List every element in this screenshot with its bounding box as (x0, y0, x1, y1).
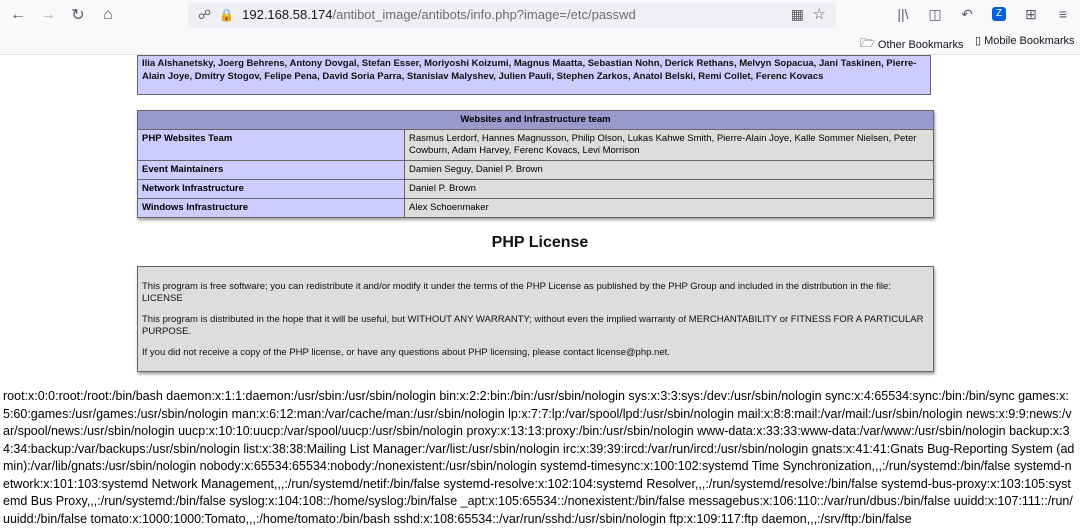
other-bookmarks-label: Other Bookmarks (877, 38, 964, 51)
role-cell: PHP Websites Team (137, 129, 405, 161)
crop-icon[interactable]: ⊞ (1020, 3, 1042, 25)
shield-icon[interactable]: ☍ (198, 7, 211, 23)
url-path: /antibot_image/antibots/info.php?image=/… (332, 7, 636, 22)
table-row: Event Maintainers Damien Seguy, Daniel P… (137, 160, 934, 180)
members-cell: Daniel P. Brown (404, 179, 934, 199)
url-host: 192.168.58.174 (242, 7, 333, 22)
role-cell: Network Infrastructure (137, 179, 405, 199)
team-table: Websites and Infrastructure team PHP Web… (137, 110, 934, 218)
reload-icon[interactable]: ↻ (66, 3, 90, 27)
table-row: PHP Websites Team Rasmus Lerdorf, Hannes… (137, 129, 934, 161)
passwd-output: root:x:0:0:root:/root:/bin/bash daemon:x… (3, 389, 1075, 526)
extension-icon[interactable]: Z (988, 3, 1010, 25)
role-cell: Event Maintainers (137, 160, 405, 180)
browser-toolbar: ← → ↻ ⌂ ☍ 🔒 192.168.58.174/antibot_image… (0, 0, 1080, 30)
bookmarks-bar: 🗁 Other Bookmarks ▯ Mobile Bookmarks (0, 30, 1080, 55)
undo-icon[interactable]: ↶ (956, 3, 978, 25)
license-title: PHP License (491, 234, 589, 251)
library-icon[interactable]: ||\ (892, 3, 914, 25)
sidebar-icon[interactable]: ◫ (924, 3, 946, 25)
members-cell: Alex Schoenmaker (404, 198, 934, 218)
role-cell: Windows Infrastructure (137, 198, 405, 218)
bookmark-star-icon[interactable]: ☆ (813, 5, 826, 23)
back-icon[interactable]: ← (6, 3, 30, 27)
team-table-header: Websites and Infrastructure team (137, 110, 934, 130)
insecure-lock-icon[interactable]: 🔒 (219, 8, 234, 22)
mobile-bookmarks[interactable]: ▯ Mobile Bookmarks (975, 34, 1075, 48)
home-icon[interactable]: ⌂ (96, 3, 120, 27)
menu-icon[interactable]: ≡ (1052, 3, 1074, 25)
mobile-bookmarks-label: Mobile Bookmarks (984, 34, 1075, 47)
license-paragraph: If you did not receive a copy of the PHP… (142, 347, 670, 358)
other-bookmarks[interactable]: 🗁 Other Bookmarks (860, 34, 963, 55)
license-paragraph: This program is free software; you can r… (142, 281, 891, 304)
license-box: This program is free software; you can r… (137, 266, 934, 372)
url-bar[interactable]: ☍ 🔒 192.168.58.174/antibot_image/antibot… (188, 2, 836, 28)
license-paragraph: This program is distributed in the hope … (142, 314, 924, 337)
members-cell: Rasmus Lerdorf, Hannes Magnusson, Philip… (404, 129, 934, 161)
mobile-icon: ▯ (975, 35, 982, 47)
members-cell: Damien Seguy, Daniel P. Brown (404, 160, 934, 180)
credits-box: Ilia Alshanetsky, Joerg Behrens, Antony … (137, 55, 931, 95)
table-row: Network Infrastructure Daniel P. Brown (137, 179, 934, 199)
forward-icon[interactable]: → (36, 3, 60, 27)
folder-icon: 🗁 (860, 36, 875, 50)
page-content: Ilia Alshanetsky, Joerg Behrens, Antony … (0, 55, 1080, 532)
qr-code-icon[interactable]: ▦ (791, 6, 804, 23)
toolbar-right-icons: ||\ ◫ ↶ Z ⊞ ≡ (892, 3, 1074, 25)
table-row: Windows Infrastructure Alex Schoenmaker (137, 198, 934, 218)
